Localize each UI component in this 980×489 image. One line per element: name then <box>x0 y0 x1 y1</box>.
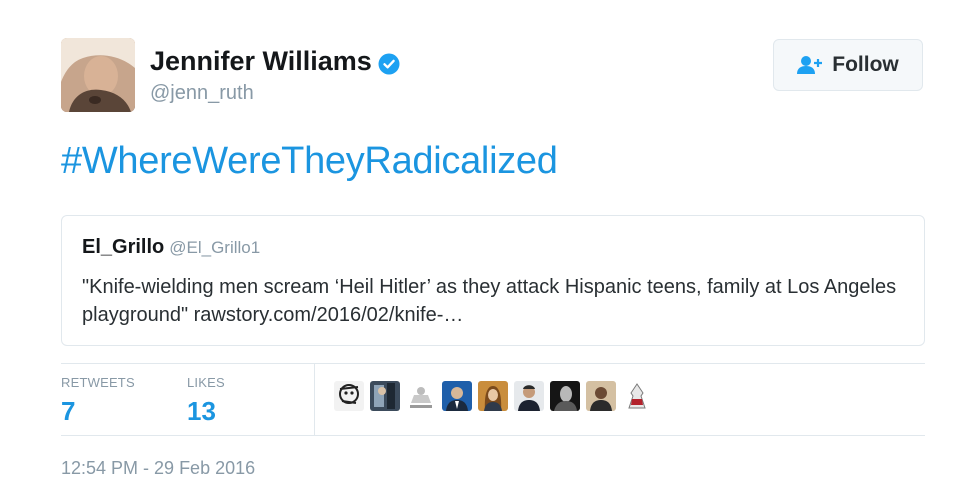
tweet-timestamp[interactable]: 12:54 PM - 29 Feb 2016 <box>61 458 255 479</box>
retweets-count: 7 <box>61 396 76 426</box>
author-name-row[interactable]: Jennifer Williams <box>150 46 400 77</box>
likers-avatars <box>334 381 652 411</box>
quoted-tweet-handle: @El_Grillo1 <box>169 238 261 257</box>
quoted-tweet-name: El_Grillo <box>82 236 165 258</box>
liker-avatar[interactable] <box>406 381 436 411</box>
tweet-hashtag-link[interactable]: #WhereWereTheyRadicalized <box>61 140 558 183</box>
add-user-icon <box>797 55 824 75</box>
author-name[interactable]: Jennifer Williams <box>150 46 372 77</box>
liker-avatar[interactable] <box>550 381 580 411</box>
author-avatar[interactable] <box>61 38 135 112</box>
liker-avatar[interactable] <box>370 381 400 411</box>
liker-avatar[interactable] <box>442 381 472 411</box>
likes-label: LIKES <box>187 375 225 390</box>
liker-avatar[interactable] <box>514 381 544 411</box>
liker-avatar[interactable] <box>622 381 652 411</box>
follow-button[interactable]: Follow <box>773 39 923 91</box>
verified-badge-icon <box>378 51 400 74</box>
liker-avatar[interactable] <box>334 381 364 411</box>
quoted-tweet-card[interactable]: El_Grillo @El_Grillo1 "Knife-wielding men… <box>61 215 925 346</box>
follow-label: Follow <box>832 53 899 76</box>
stats-divider-top <box>61 363 925 364</box>
retweets-label: RETWEETS <box>61 375 135 390</box>
liker-avatar[interactable] <box>586 381 616 411</box>
stats-divider-vertical <box>314 363 315 435</box>
likes-stat[interactable]: LIKES 13 <box>187 375 225 427</box>
liker-avatar[interactable] <box>478 381 508 411</box>
retweets-stat[interactable]: RETWEETS 7 <box>61 375 135 427</box>
author-handle[interactable]: @jenn_ruth <box>150 82 254 105</box>
stats-divider-bottom <box>61 435 925 436</box>
quoted-tweet-author: El_Grillo @El_Grillo1 <box>82 236 260 259</box>
likes-count: 13 <box>187 396 216 426</box>
quoted-tweet-text: "Knife-wielding men scream ‘Heil Hitler’… <box>82 276 897 326</box>
